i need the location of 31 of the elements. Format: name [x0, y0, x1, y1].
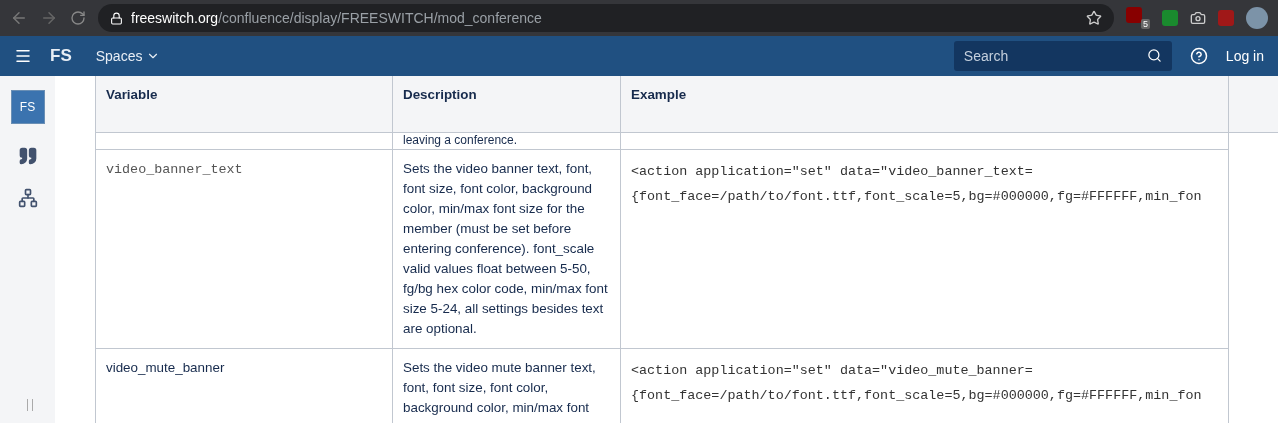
extension-badge: 5 [1141, 19, 1150, 29]
code-example: <action application="set" data="video_banner_text= {font_face=/path/to/font.ttf,font_scale=5,bg=#000000,fg=#FFFFFF,min_fon [631, 163, 1203, 206]
login-link[interactable]: Log in [1225, 48, 1264, 64]
resize-handle-icon[interactable] [26, 399, 33, 411]
column-header: Example [621, 76, 1229, 133]
reload-icon[interactable] [70, 10, 86, 26]
quote-icon[interactable] [17, 146, 38, 166]
site-logo[interactable]: FS [50, 46, 72, 66]
variable-name: video_banner_text [106, 162, 243, 177]
back-icon[interactable] [10, 9, 28, 27]
tree-icon[interactable] [17, 188, 38, 208]
column-header: Variable [95, 76, 393, 133]
bookmark-star-icon[interactable] [1086, 10, 1102, 26]
spaces-menu[interactable]: Spaces [89, 47, 167, 65]
menu-icon[interactable] [14, 47, 32, 65]
address-bar[interactable]: freeswitch.org/confluence/display/FREESWITCH/mod_conference [98, 4, 1114, 32]
search-icon[interactable] [1146, 48, 1162, 63]
profile-avatar[interactable] [1246, 7, 1268, 29]
space-logo[interactable]: FS [10, 90, 45, 124]
code-example: <action application="set" data="video_mute_banner= {font_face=/path/to/font.ttf,font_scale=5,bg=#000000,fg=#FFFFFF,min_fon [631, 362, 1203, 405]
help-icon[interactable] [1189, 47, 1208, 65]
lock-icon [110, 11, 123, 25]
description-text: Sets the video banner text, font, font size, font color, background color, min/max font size for the member (must be set before entering conference). font_scale valid values float between 5-50, fg/bg hex color code, min/max font size 5-24, all settings besides text are optional. [403, 161, 608, 336]
description-text: Sets the video mute banner text, font, font size, font color, background color, min/max font [403, 360, 596, 415]
column-header: Description [393, 76, 621, 133]
camera-icon[interactable] [1190, 10, 1206, 26]
variable-name: video_mute_banner [106, 360, 225, 375]
url-text: freeswitch.org/confluence/display/FREESWITCH/mod_conference [131, 10, 542, 26]
search-field[interactable]: Search [953, 41, 1172, 71]
table-header-background [1229, 76, 1278, 133]
description-text: leaving a conference. [403, 133, 518, 147]
